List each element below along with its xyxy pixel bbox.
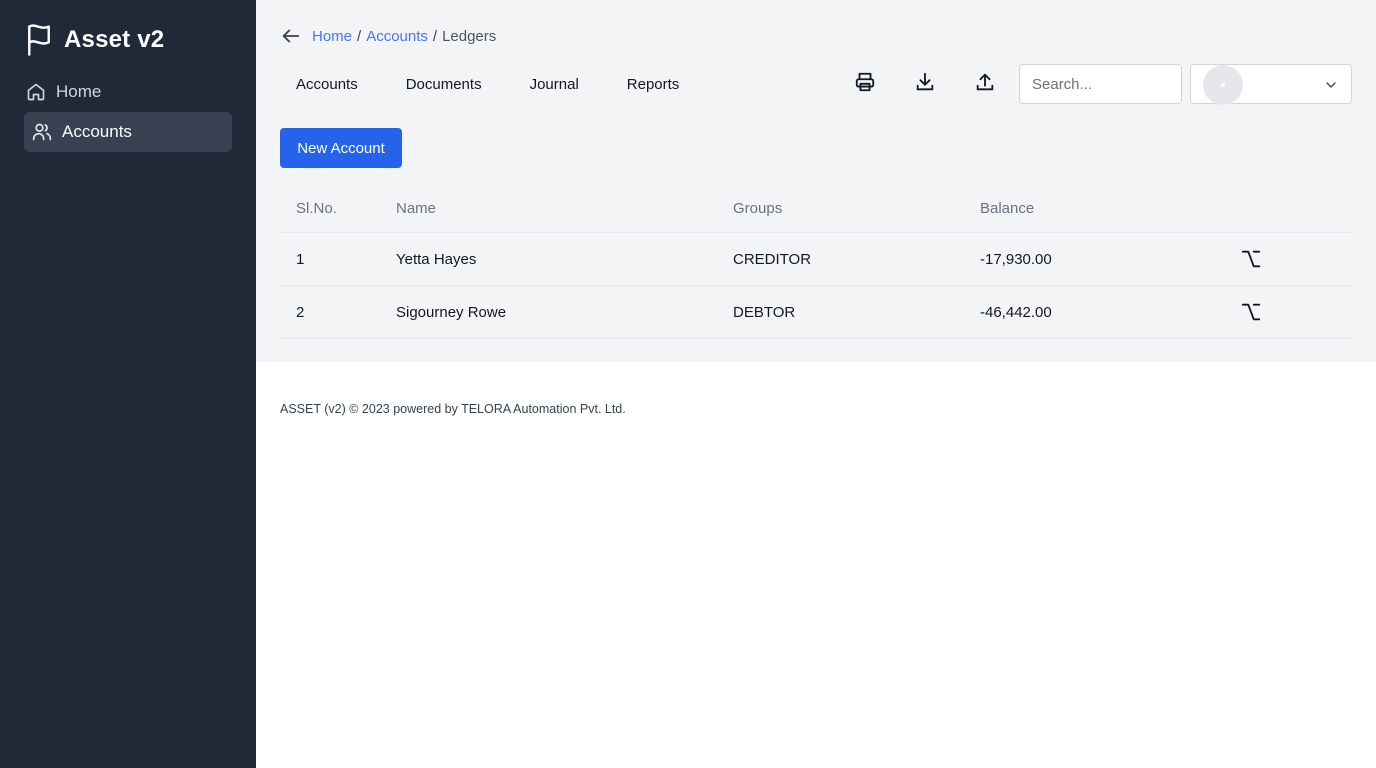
footer-text: ASSET (v2) © 2023 powered by TELORA Auto… (280, 402, 626, 416)
account-balance: -46,442.00 (980, 303, 1052, 321)
breadcrumb-accounts[interactable]: Accounts (366, 28, 428, 45)
avatar (1203, 65, 1243, 105)
breadcrumb-home[interactable]: Home (312, 28, 352, 45)
sidebar-item-home[interactable]: Home (24, 72, 232, 112)
option-key-icon (1240, 301, 1262, 323)
upload-icon (974, 71, 996, 98)
back-arrow-icon[interactable] (280, 24, 304, 48)
account-name: Yetta Hayes (396, 250, 477, 268)
sidebar-item-accounts[interactable]: Accounts (24, 112, 232, 152)
column-header: Sl.No. (296, 199, 337, 217)
column-header: Name (396, 199, 437, 217)
users-icon (32, 122, 52, 142)
account-group: DEBTOR (733, 303, 796, 321)
home-icon (26, 82, 46, 102)
table-row[interactable]: 1 Yetta Hayes CREDITOR -17,930.00 (280, 233, 1352, 286)
tab-reports[interactable]: Reports (611, 64, 696, 104)
column-header: Groups (733, 199, 783, 217)
account-group: CREDITOR (733, 250, 812, 268)
app-title: Asset v2 (64, 26, 165, 53)
breadcrumb-separator: / (357, 27, 362, 45)
chevron-down-icon (1323, 77, 1339, 93)
account-balance: -17,930.00 (980, 250, 1052, 268)
download-button[interactable] (905, 64, 945, 104)
serial-number: 1 (296, 250, 305, 268)
breadcrumb-separator: / (432, 27, 438, 45)
tab-documents[interactable]: Documents (390, 64, 498, 104)
column-header: Balance (980, 199, 1035, 217)
download-icon (914, 71, 936, 98)
option-key-icon (1240, 248, 1262, 270)
printer-icon (854, 71, 876, 98)
user-select[interactable] (1190, 64, 1352, 105)
brand[interactable]: Asset v2 (24, 22, 164, 58)
new-account-button[interactable]: New Account (280, 128, 402, 168)
table-header: Sl.No. Name Groups Balance (280, 184, 1352, 233)
search-input[interactable] (1019, 64, 1182, 104)
accounts-table: Sl.No. Name Groups Balance 1 Yetta Hayes… (280, 184, 1352, 339)
sidebar-item-label: Accounts (62, 122, 132, 141)
sidebar: Asset v2 Home Accounts (0, 0, 256, 768)
sidebar-item-label: Home (56, 82, 102, 101)
serial-number: 2 (296, 303, 305, 321)
account-name: Sigourney Rowe (396, 303, 507, 321)
breadcrumb-current: Ledgers (442, 27, 497, 45)
row-action-button[interactable] (1240, 286, 1262, 338)
row-action-button[interactable] (1240, 233, 1262, 285)
tab-bar: Accounts Documents Journal Reports (280, 64, 711, 104)
tab-journal[interactable]: Journal (514, 64, 595, 104)
print-button[interactable] (845, 64, 885, 104)
tab-accounts[interactable]: Accounts (280, 64, 374, 104)
flag-icon (24, 23, 54, 57)
upload-button[interactable] (965, 64, 1005, 104)
table-row[interactable]: 2 Sigourney Rowe DEBTOR -46,442.00 (280, 286, 1352, 339)
breadcrumb: Home / Accounts / Ledgers (280, 24, 496, 48)
